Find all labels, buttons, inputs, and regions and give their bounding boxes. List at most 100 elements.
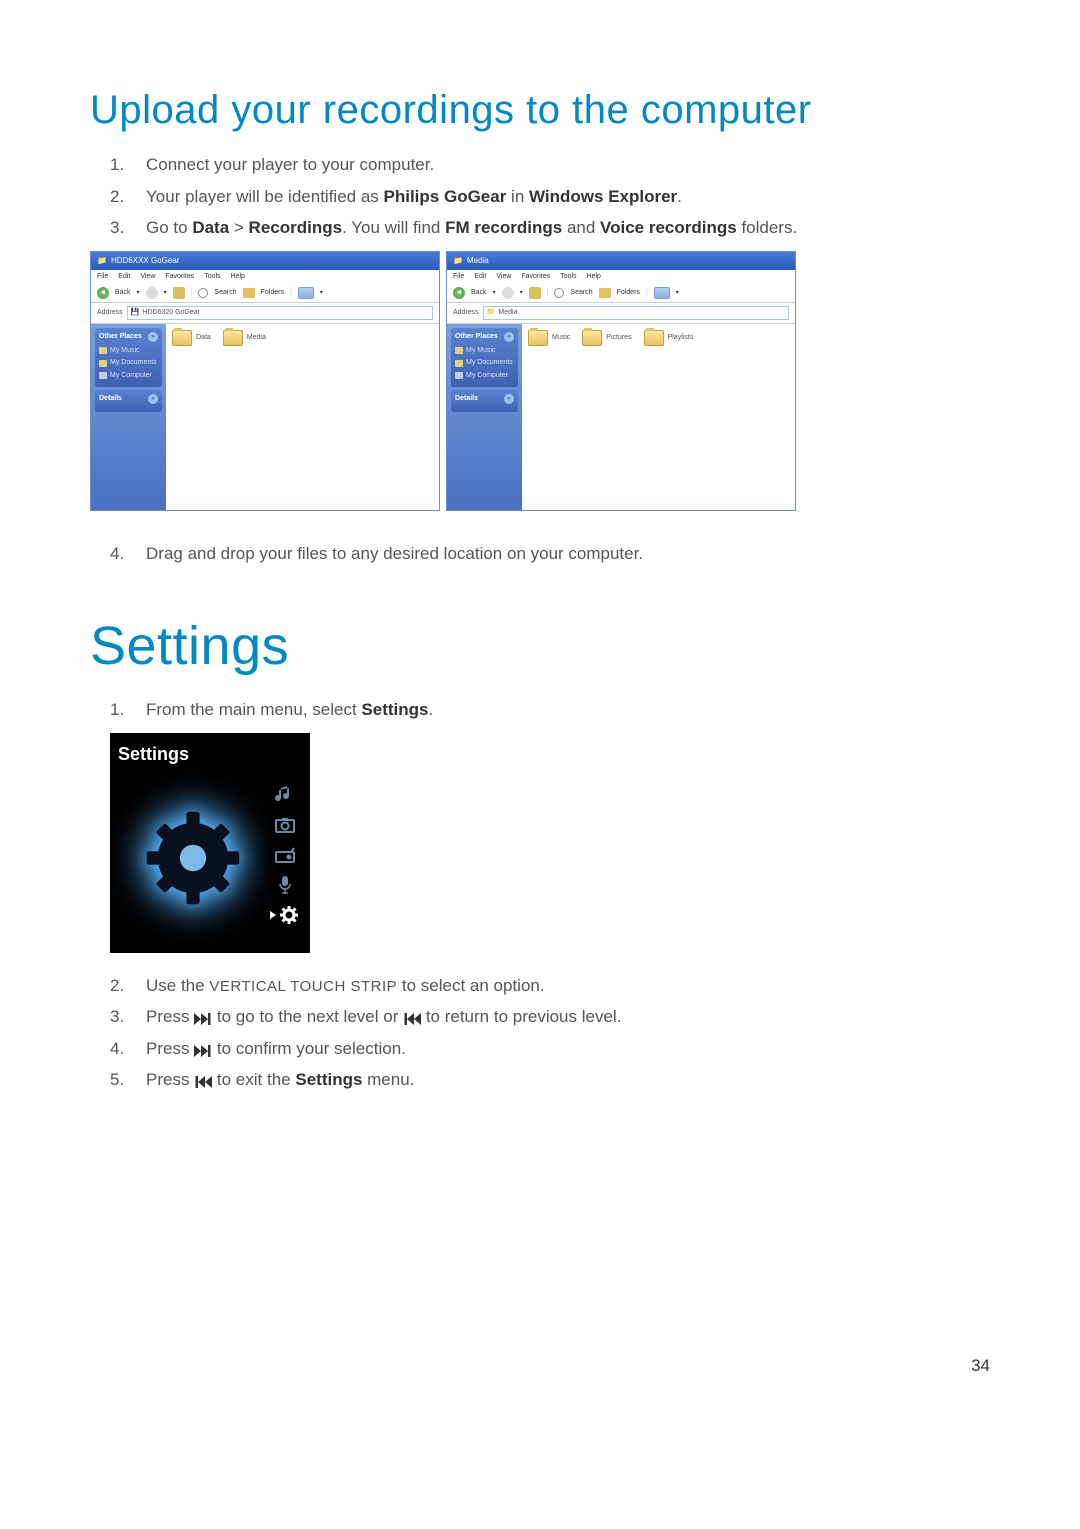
collapse-chevron-icon[interactable]: » — [504, 332, 514, 342]
step-number: 1. — [110, 697, 146, 723]
sidebar-item-my-documents[interactable]: My Documents — [99, 358, 158, 369]
collapse-chevron-icon[interactable]: » — [148, 332, 158, 342]
forward-button-icon[interactable] — [502, 287, 514, 299]
previous-icon — [403, 1009, 421, 1026]
folder-icon — [172, 330, 192, 346]
forward-button-icon[interactable] — [146, 287, 158, 299]
selection-indicator-icon — [270, 911, 276, 919]
step-text: Go to Data > Recordings. You will find F… — [146, 215, 990, 241]
back-button-icon[interactable]: ◄ — [97, 287, 109, 299]
address-input[interactable]: 📁 Media — [483, 306, 789, 320]
menu-tools[interactable]: Tools — [560, 272, 576, 283]
drive-icon: 💾 — [131, 308, 140, 319]
page-number: 34 — [90, 1353, 990, 1379]
address-label: Address — [453, 308, 479, 319]
views-button-icon[interactable] — [654, 287, 670, 299]
sidebar-item-my-music[interactable]: My Music — [99, 346, 158, 357]
menu-file[interactable]: File — [453, 272, 464, 283]
other-places-panel: Other Places » My Music My Documents My … — [451, 328, 518, 387]
folder-icon — [644, 330, 664, 346]
gear-glow-graphic — [128, 793, 258, 923]
explorer-screenshots: 📁 HDD6XXX GoGear File Edit View Favorite… — [90, 251, 990, 511]
menu-view[interactable]: View — [496, 272, 511, 283]
upload-title: Upload your recordings to the computer — [90, 80, 990, 140]
folder-icon: 📁 — [97, 255, 107, 267]
sidebar-item-my-music[interactable]: My Music — [455, 346, 514, 357]
details-title: Details — [455, 394, 478, 405]
folder-icon: 📁 — [453, 255, 463, 267]
views-button-icon[interactable] — [298, 287, 314, 299]
menu-edit[interactable]: Edit — [118, 272, 130, 283]
other-places-title: Other Places — [99, 332, 142, 343]
folder-music[interactable]: Music — [528, 330, 570, 346]
menu-help[interactable]: Help — [587, 272, 601, 283]
step-number: 3. — [110, 215, 146, 241]
menu-edit[interactable]: Edit — [474, 272, 486, 283]
up-button-icon[interactable] — [529, 287, 541, 299]
menu-view[interactable]: View — [140, 272, 155, 283]
step-text: Use the VERTICAL TOUCH STRIP to select a… — [146, 973, 990, 999]
other-places-title: Other Places — [455, 332, 498, 343]
step-number: 2. — [110, 184, 146, 210]
window-title: HDD6XXX GoGear — [111, 255, 179, 267]
search-icon[interactable] — [198, 288, 208, 298]
step-number: 4. — [110, 1036, 146, 1062]
folder-label: Music — [552, 333, 570, 344]
settings-steps-cont: 2. Use the VERTICAL TOUCH STRIP to selec… — [90, 973, 990, 1093]
folder-playlists[interactable]: Playlists — [644, 330, 694, 346]
radio-icon — [274, 844, 296, 866]
address-input[interactable]: 💾 HDD6320 GoGear — [127, 306, 433, 320]
settings-screen-title: Settings — [118, 741, 302, 768]
next-icon — [194, 1009, 212, 1026]
folders-icon[interactable] — [599, 288, 611, 298]
settings-menu-column — [268, 768, 302, 948]
photo-icon — [274, 814, 296, 836]
menu-help[interactable]: Help — [231, 272, 245, 283]
window-toolbar: ◄ Back ▾ ▾ | Search Folders | ▾ — [447, 284, 795, 303]
menu-tools[interactable]: Tools — [204, 272, 220, 283]
step-text: Press to confirm your selection. — [146, 1036, 990, 1062]
folder-label: Data — [196, 333, 211, 344]
folder-media[interactable]: Media — [223, 330, 266, 346]
window-toolbar: ◄ Back ▾ ▾ | Search Folders | ▾ — [91, 284, 439, 303]
window-titlebar: 📁 HDD6XXX GoGear — [91, 252, 439, 270]
step-text: Drag and drop your files to any desired … — [146, 541, 990, 567]
address-bar: Address 📁 Media — [447, 303, 795, 324]
folders-label: Folders — [261, 288, 284, 299]
window-title: Media — [467, 255, 489, 267]
step-text: From the main menu, select Settings. — [146, 697, 990, 723]
up-button-icon[interactable] — [173, 287, 185, 299]
back-label: Back — [115, 288, 131, 299]
explorer-window-gogear: 📁 HDD6XXX GoGear File Edit View Favorite… — [90, 251, 440, 511]
menu-favorites[interactable]: Favorites — [165, 272, 194, 283]
step-text: Connect your player to your computer. — [146, 152, 990, 178]
upload-steps-cont: 4. Drag and drop your files to any desir… — [90, 541, 990, 567]
window-menu: File Edit View Favorites Tools Help — [91, 270, 439, 285]
folder-pictures[interactable]: Pictures — [582, 330, 631, 346]
folders-icon[interactable] — [243, 288, 255, 298]
search-label: Search — [214, 288, 236, 299]
explorer-content: Music Pictures Playlists — [522, 324, 795, 510]
device-settings-screenshot: Settings — [110, 733, 310, 953]
menu-favorites[interactable]: Favorites — [521, 272, 550, 283]
other-places-panel: Other Places » My Music My Documents My … — [95, 328, 162, 387]
explorer-content: Data Media — [166, 324, 439, 510]
sidebar-item-my-documents[interactable]: My Documents — [455, 358, 514, 369]
explorer-sidebar: Other Places » My Music My Documents My … — [447, 324, 522, 510]
folder-icon — [582, 330, 602, 346]
gear-icon — [138, 803, 248, 913]
address-value: Media — [498, 308, 517, 319]
back-button-icon[interactable]: ◄ — [453, 287, 465, 299]
step-number: 5. — [110, 1067, 146, 1093]
sidebar-item-my-computer[interactable]: My Computer — [455, 371, 514, 382]
step-text: Your player will be identified as Philip… — [146, 184, 990, 210]
menu-file[interactable]: File — [97, 272, 108, 283]
back-label: Back — [471, 288, 487, 299]
explorer-window-media: 📁 Media File Edit View Favorites Tools H… — [446, 251, 796, 511]
address-label: Address — [97, 308, 123, 319]
expand-chevron-icon[interactable]: » — [504, 394, 514, 404]
search-icon[interactable] — [554, 288, 564, 298]
sidebar-item-my-computer[interactable]: My Computer — [99, 371, 158, 382]
folder-data[interactable]: Data — [172, 330, 211, 346]
expand-chevron-icon[interactable]: » — [148, 394, 158, 404]
